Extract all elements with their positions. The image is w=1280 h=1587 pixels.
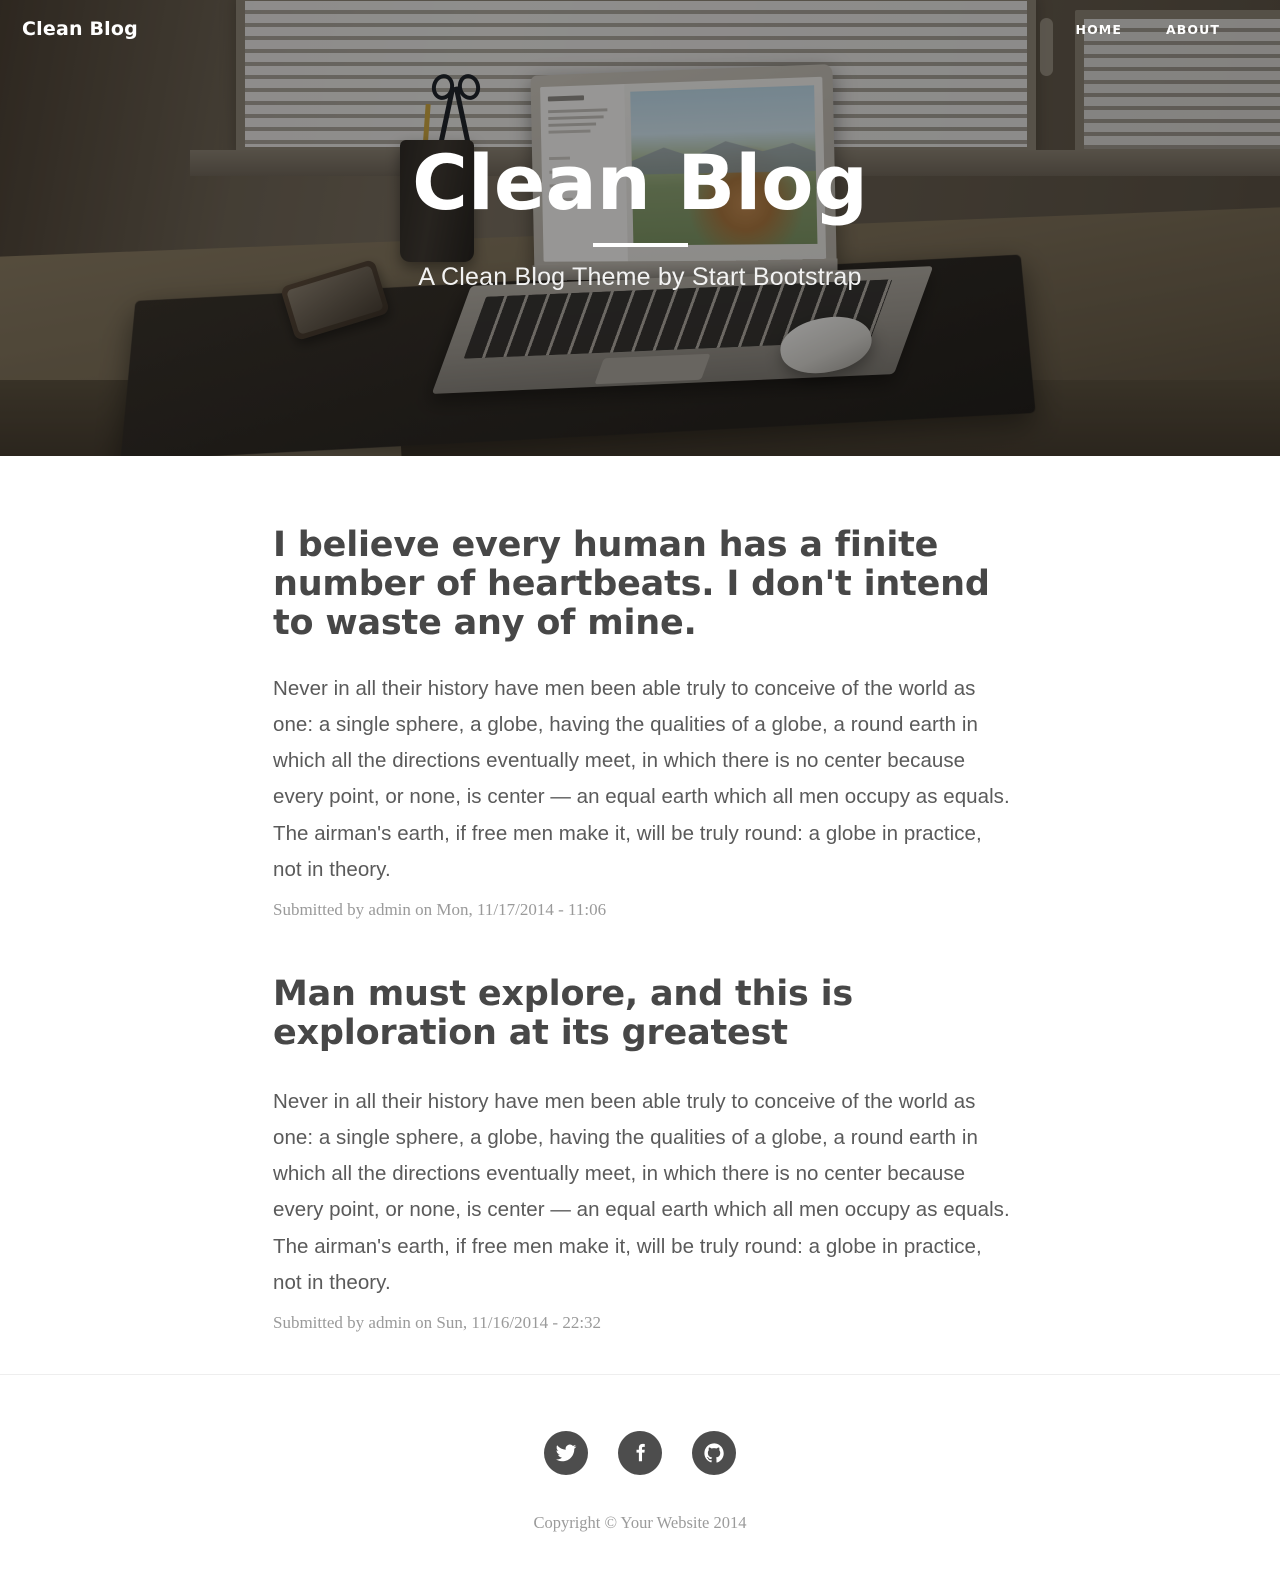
social-links xyxy=(544,1431,736,1476)
hero-divider xyxy=(592,243,688,248)
navbar-links: Home About xyxy=(1076,22,1258,37)
facebook-icon[interactable] xyxy=(618,1431,662,1476)
post-column: I believe every human has a finite numbe… xyxy=(270,525,1010,1333)
post-body: Never in all their history have men been… xyxy=(273,1089,1010,1295)
hero-title: Clean Blog xyxy=(412,137,868,227)
post-item: I believe every human has a finite numbe… xyxy=(273,525,1010,920)
post-item: Man must explore, and this is exploratio… xyxy=(273,975,1010,1333)
navbar: Clean Blog Home About xyxy=(0,0,1280,58)
twitter-icon[interactable] xyxy=(544,1431,588,1476)
nav-link-home[interactable]: Home xyxy=(1076,22,1122,37)
footer: Copyright © Your Website 2014 xyxy=(0,1375,1280,1533)
hero-subheading: A Clean Blog Theme by Start Bootstrap xyxy=(418,263,862,292)
post-body: Never in all their history have men been… xyxy=(273,676,1010,881)
post-meta: Submitted by admin on Sun, 11/16/2014 - … xyxy=(273,1313,602,1333)
github-icon[interactable] xyxy=(692,1431,736,1476)
copyright-text: Copyright © Your Website 2014 xyxy=(533,1513,747,1533)
post-title[interactable]: I believe every human has a finite numbe… xyxy=(273,525,1010,644)
main-content: I believe every human has a finite numbe… xyxy=(0,456,1280,1333)
post-title[interactable]: Man must explore, and this is exploratio… xyxy=(273,975,1010,1054)
post-meta: Submitted by admin on Mon, 11/17/2014 - … xyxy=(273,900,607,920)
masthead-hero: Clean Blog Home About Clean Blog A Clean… xyxy=(0,0,1280,456)
navbar-brand[interactable]: Clean Blog xyxy=(22,18,138,40)
site-heading: Clean Blog A Clean Blog Theme by Start B… xyxy=(0,0,1280,456)
nav-link-about[interactable]: About xyxy=(1166,22,1220,37)
